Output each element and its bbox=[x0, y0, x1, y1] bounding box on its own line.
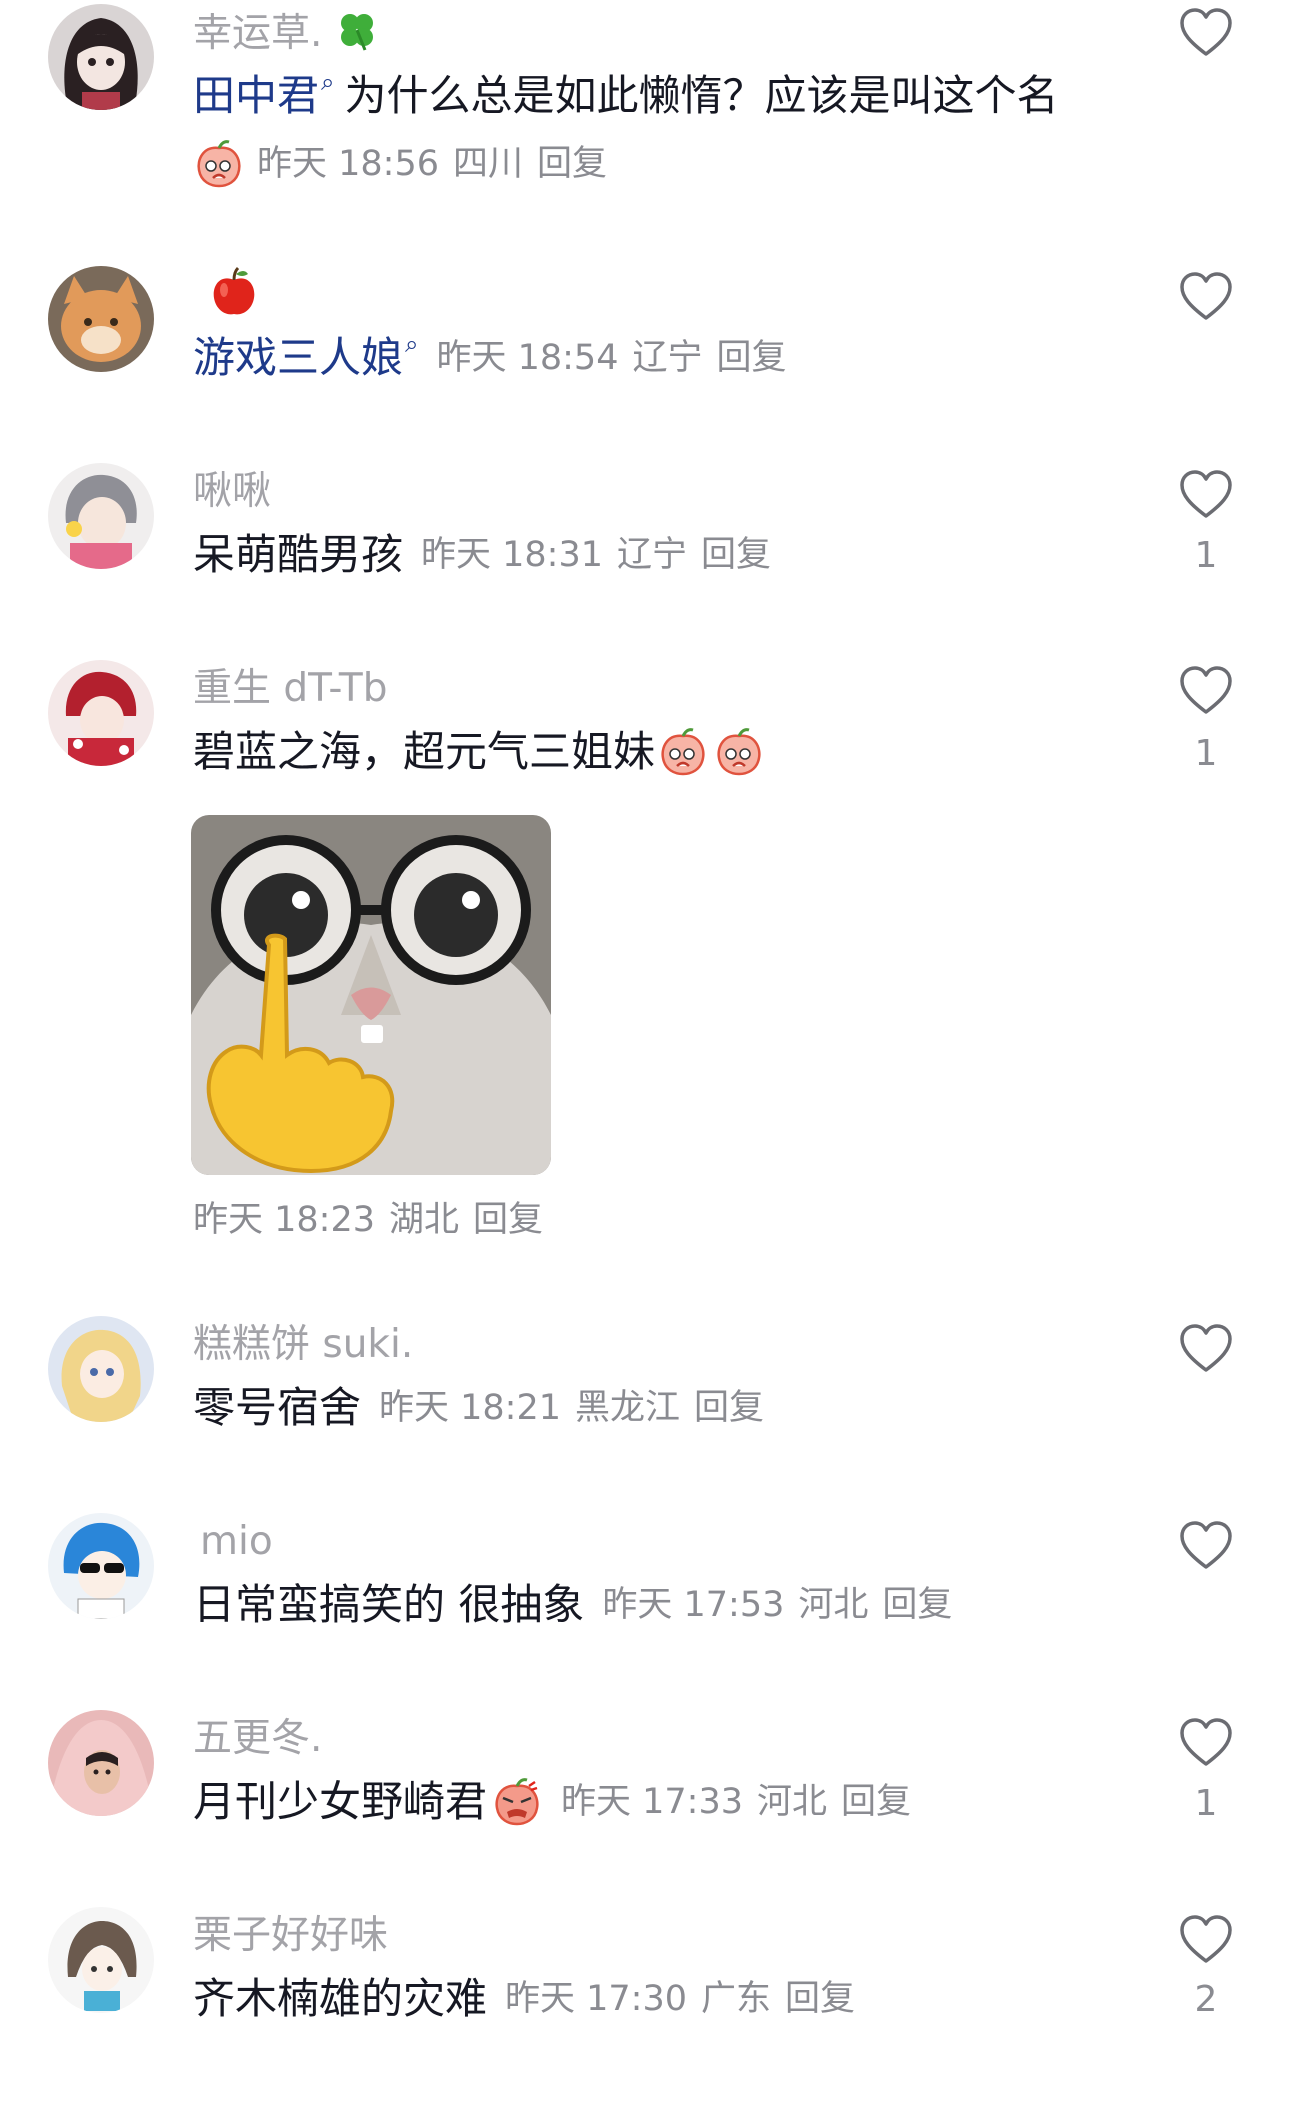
peach-face-emoji bbox=[713, 726, 765, 778]
mention-link[interactable]: 游戏三人娘 bbox=[193, 328, 403, 388]
timestamp: 昨天 18:21 bbox=[379, 1388, 562, 1428]
username[interactable]: 啾啾 bbox=[193, 467, 271, 517]
comment-text: 碧蓝之海，超元气三姐妹 bbox=[193, 722, 765, 782]
heart-outline-icon bbox=[1180, 666, 1232, 714]
heart-outline-icon bbox=[1180, 1324, 1232, 1372]
search-icon[interactable]: ⌕ bbox=[405, 314, 418, 374]
reply-button[interactable]: 回复 bbox=[694, 1378, 764, 1438]
timestamp: 昨天 18:23 bbox=[193, 1200, 375, 1240]
like-button[interactable] bbox=[1178, 468, 1234, 520]
like-button[interactable] bbox=[1178, 1913, 1234, 1965]
timestamp: 昨天 18:56 bbox=[257, 144, 439, 184]
comment-text: 齐木楠雄的灾难 昨天 17:30 广东 回复 bbox=[193, 1969, 855, 2029]
timestamp: 昨天 18:31 bbox=[421, 535, 604, 575]
location: 河北 bbox=[757, 1782, 828, 1822]
location: 湖北 bbox=[389, 1200, 460, 1240]
avatar[interactable] bbox=[48, 660, 154, 766]
username[interactable]: mio bbox=[200, 1517, 273, 1567]
comment-text: 田中君 ⌕ 为什么总是如此懒惰？应该是叫这个名 bbox=[193, 66, 1058, 126]
username[interactable]: 幸运草. bbox=[193, 8, 379, 59]
like-button[interactable] bbox=[1178, 1716, 1234, 1768]
username[interactable]: 重生 dT-Tb bbox=[193, 664, 387, 714]
location: 四川 bbox=[453, 144, 524, 184]
like-count: 1 bbox=[1194, 1783, 1218, 1824]
username[interactable]: 糕糕饼 suki. bbox=[193, 1320, 413, 1370]
comment-text: 游戏三人娘 ⌕ 昨天 18:54 辽宁 回复 bbox=[193, 328, 787, 388]
like-count: 1 bbox=[1194, 733, 1218, 774]
mention-link[interactable]: 田中君 bbox=[193, 66, 319, 126]
avatar[interactable] bbox=[48, 266, 154, 372]
username[interactable]: 五更冬. bbox=[193, 1714, 322, 1764]
avatar[interactable] bbox=[48, 463, 154, 569]
like-button[interactable] bbox=[1178, 270, 1234, 322]
comment-meta: 昨天 18:56 四川 回复 bbox=[193, 134, 607, 194]
avatar[interactable] bbox=[48, 1907, 154, 2013]
location: 黑龙江 bbox=[575, 1388, 681, 1428]
like-button[interactable] bbox=[1178, 1322, 1234, 1374]
heart-outline-icon bbox=[1180, 1915, 1232, 1963]
like-count: 1 bbox=[1194, 535, 1218, 576]
peach-face-emoji bbox=[657, 726, 709, 778]
comment-meta: 昨天 18:23 湖北 回复 bbox=[193, 1190, 543, 1250]
timestamp: 昨天 18:54 bbox=[436, 338, 619, 378]
reply-button[interactable]: 回复 bbox=[841, 1772, 911, 1832]
like-button[interactable] bbox=[1178, 1519, 1234, 1571]
comment-text: 零号宿舍 昨天 18:21 黑龙江 回复 bbox=[193, 1378, 764, 1438]
angry-peach-emoji bbox=[491, 1776, 543, 1828]
heart-outline-icon bbox=[1180, 8, 1232, 56]
timestamp: 昨天 17:53 bbox=[602, 1585, 785, 1625]
heart-outline-icon bbox=[1180, 1521, 1232, 1569]
avatar[interactable] bbox=[48, 1710, 154, 1816]
avatar[interactable] bbox=[48, 1316, 154, 1422]
reply-button[interactable]: 回复 bbox=[473, 1190, 543, 1250]
comment-text: 呆萌酷男孩 昨天 18:31 辽宁 回复 bbox=[193, 525, 771, 585]
like-button[interactable] bbox=[1178, 6, 1234, 58]
location: 河北 bbox=[798, 1585, 869, 1625]
timestamp: 昨天 17:33 bbox=[561, 1782, 744, 1822]
location: 辽宁 bbox=[617, 535, 688, 575]
reply-button[interactable]: 回复 bbox=[537, 134, 607, 194]
username[interactable]: 栗子好好味 bbox=[193, 1911, 388, 1961]
search-icon[interactable]: ⌕ bbox=[321, 52, 334, 112]
like-count: 2 bbox=[1194, 1979, 1218, 2020]
comment-text: 日常蛮搞笑的 很抽象 昨天 17:53 河北 回复 bbox=[193, 1575, 952, 1635]
peach-face-emoji bbox=[193, 138, 245, 190]
avatar[interactable] bbox=[48, 4, 154, 110]
avatar[interactable] bbox=[48, 1513, 154, 1619]
reply-button[interactable]: 回复 bbox=[785, 1969, 855, 2029]
heart-outline-icon bbox=[1180, 470, 1232, 518]
heart-outline-icon bbox=[1180, 1718, 1232, 1766]
reply-button[interactable]: 回复 bbox=[701, 525, 771, 585]
timestamp: 昨天 17:30 bbox=[505, 1979, 688, 2019]
comment-text: 月刊少女野崎君 昨天 17:33 河北 回复 bbox=[193, 1772, 911, 1832]
reply-button[interactable]: 回复 bbox=[716, 328, 786, 388]
heart-outline-icon bbox=[1180, 272, 1232, 320]
red-apple-icon bbox=[210, 266, 258, 318]
like-button[interactable] bbox=[1178, 664, 1234, 716]
location: 广东 bbox=[701, 1979, 772, 2019]
four-leaf-clover-icon bbox=[335, 8, 379, 52]
location: 辽宁 bbox=[632, 338, 703, 378]
reply-button[interactable]: 回复 bbox=[882, 1575, 952, 1635]
sticker-image[interactable] bbox=[191, 815, 551, 1175]
